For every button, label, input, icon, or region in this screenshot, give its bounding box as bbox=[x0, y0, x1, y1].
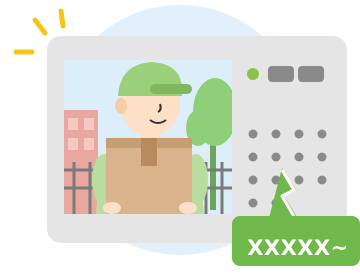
control-button-1[interactable] bbox=[268, 66, 294, 82]
control-button-2[interactable] bbox=[298, 66, 324, 82]
parcel-box bbox=[106, 138, 192, 214]
intercom-screen bbox=[64, 60, 232, 214]
led-indicator bbox=[247, 68, 259, 80]
speech-bubble-text: XXXXX~ bbox=[247, 236, 349, 260]
